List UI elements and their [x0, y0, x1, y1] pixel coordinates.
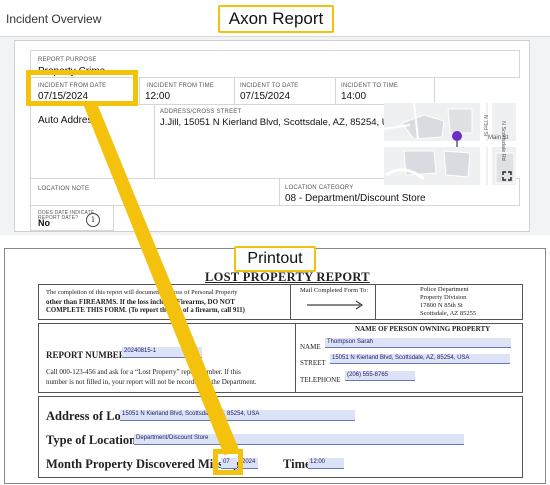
highlight-box-from-date: [26, 70, 138, 106]
highlight-connector-arrow: [82, 101, 240, 455]
highlight-box-month: [213, 449, 243, 475]
printout-badge: Printout: [234, 246, 316, 272]
